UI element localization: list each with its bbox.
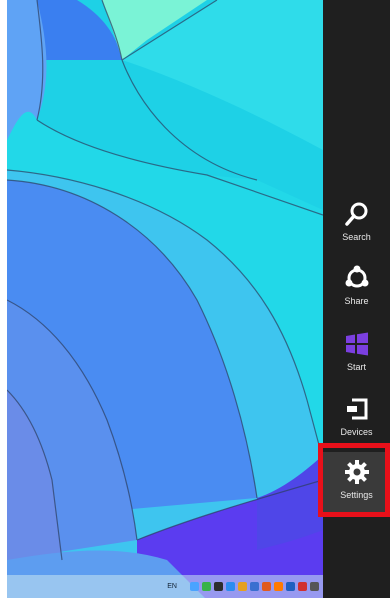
tray-app-icon[interactable] <box>286 582 295 591</box>
tray-app-icon[interactable] <box>274 582 283 591</box>
language-indicator[interactable]: EN <box>167 583 177 590</box>
charm-search[interactable]: Search <box>323 200 390 262</box>
charm-settings[interactable]: Settings <box>323 452 390 512</box>
charm-share[interactable]: Share <box>323 264 390 326</box>
share-icon <box>345 265 368 288</box>
taskbar: EN <box>7 575 323 598</box>
charms-bar: Search Share Start Devices Settings <box>323 0 390 598</box>
tray-app-icon[interactable] <box>238 582 247 591</box>
charm-label: Search <box>342 232 371 242</box>
charm-label: Start <box>346 362 366 372</box>
search-icon <box>344 202 367 226</box>
tray-app-icon[interactable] <box>214 582 223 591</box>
tray-app-icon[interactable] <box>262 582 271 591</box>
tray-network-icon[interactable] <box>190 582 199 591</box>
tray-app-icon[interactable] <box>298 582 307 591</box>
charm-label: Settings <box>340 490 373 500</box>
charm-devices[interactable]: Devices <box>323 395 390 457</box>
tray-app-icon[interactable] <box>202 582 211 591</box>
charm-label: Devices <box>340 427 373 437</box>
desktop-wallpaper <box>7 0 323 598</box>
devices-icon <box>346 398 367 420</box>
charm-start[interactable]: Start <box>323 330 390 392</box>
tray-app-icon[interactable] <box>310 582 319 591</box>
tray-app-icon[interactable] <box>250 582 259 591</box>
gear-icon <box>344 460 369 484</box>
windows-logo-icon <box>345 332 368 356</box>
charm-label: Share <box>344 296 369 306</box>
tray-app-icon[interactable] <box>226 582 235 591</box>
